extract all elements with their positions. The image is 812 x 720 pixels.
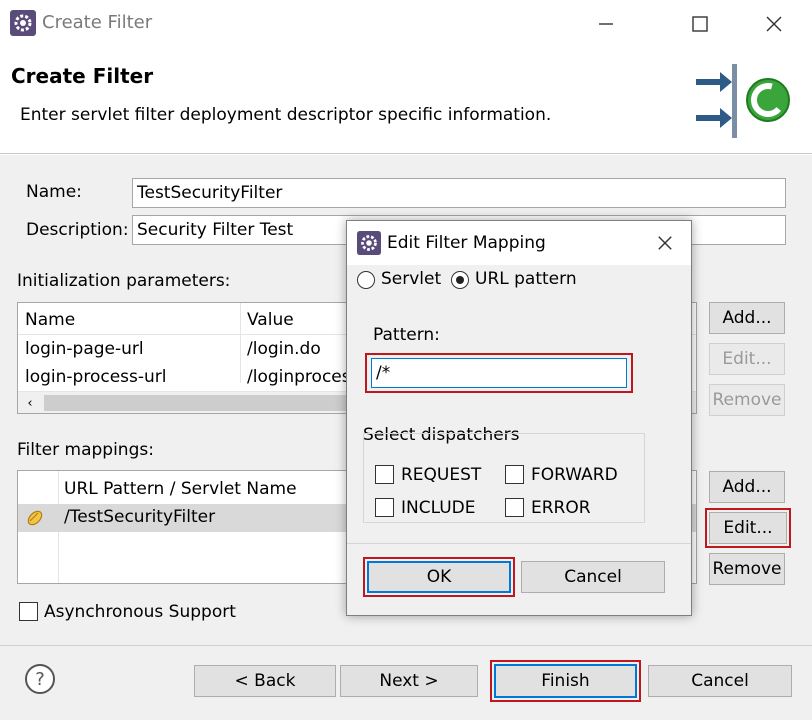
column-header-value: Value: [247, 310, 294, 330]
name-label: Name:: [26, 182, 82, 202]
include-checkbox[interactable]: [375, 498, 394, 517]
async-support-label: Asynchronous Support: [44, 602, 236, 622]
scroll-left-icon[interactable]: ‹: [20, 394, 40, 412]
next-button[interactable]: Next >: [340, 665, 478, 697]
gear-app-icon: [10, 10, 36, 36]
filter-mapping-icon: [27, 510, 43, 526]
init-params-label: Initialization parameters:: [17, 271, 231, 291]
mapping-value: /TestSecurityFilter: [64, 507, 216, 527]
async-support-checkbox[interactable]: [19, 602, 38, 621]
error-checkbox[interactable]: [505, 498, 524, 517]
param-name: login-process-url: [25, 367, 167, 387]
column-header-url-pattern: URL Pattern / Servlet Name: [64, 479, 297, 499]
finish-button[interactable]: Finish: [494, 664, 637, 698]
filter-mappings-label: Filter mappings:: [17, 440, 154, 460]
param-name: login-page-url: [25, 339, 144, 359]
url-pattern-radio-label: URL pattern: [475, 269, 577, 289]
request-label: REQUEST: [401, 465, 482, 485]
mapping-add-button[interactable]: Add...: [709, 471, 785, 503]
init-remove-button[interactable]: Remove: [709, 384, 785, 416]
forward-label: FORWARD: [531, 465, 618, 485]
dialog-title: Edit Filter Mapping: [387, 233, 546, 253]
forward-checkbox[interactable]: [505, 465, 524, 484]
maximize-button[interactable]: [680, 8, 720, 40]
banner-description: Enter servlet filter deployment descript…: [20, 105, 552, 125]
pattern-label: Pattern:: [373, 325, 440, 345]
cancel-button[interactable]: Cancel: [648, 665, 792, 697]
filter-wizard-icon: [696, 64, 790, 138]
name-field[interactable]: TestSecurityFilter: [132, 178, 786, 208]
close-icon: [766, 16, 782, 32]
description-label: Description:: [26, 220, 129, 240]
servlet-radio-label: Servlet: [381, 269, 442, 289]
window-title: Create Filter: [42, 12, 153, 33]
maximize-icon: [692, 16, 708, 32]
column-header-name: Name: [25, 310, 76, 330]
title-bar: Create Filter: [0, 0, 812, 48]
dialog-cancel-button[interactable]: Cancel: [521, 561, 665, 593]
param-value: /loginproces: [247, 367, 351, 387]
dialog-title-bar: Edit Filter Mapping: [347, 221, 691, 265]
mapping-remove-button[interactable]: Remove: [709, 553, 785, 585]
pattern-field[interactable]: /*: [371, 358, 627, 388]
help-icon[interactable]: ?: [24, 663, 56, 695]
scrollbar-thumb[interactable]: [44, 395, 354, 411]
back-button[interactable]: < Back: [194, 665, 336, 697]
minimize-button[interactable]: [586, 8, 626, 40]
minimize-icon: [599, 23, 613, 25]
url-pattern-radio[interactable]: [451, 271, 469, 289]
gear-app-icon: [357, 231, 381, 255]
banner-title: Create Filter: [11, 64, 154, 88]
error-label: ERROR: [531, 498, 591, 518]
close-button[interactable]: [754, 8, 794, 40]
dialog-divider: [347, 543, 691, 544]
include-label: INCLUDE: [401, 498, 476, 518]
dialog-close-button[interactable]: [645, 227, 685, 259]
init-edit-button[interactable]: Edit...: [709, 343, 785, 375]
param-value: /login.do: [247, 339, 321, 359]
mapping-edit-button[interactable]: Edit...: [709, 512, 787, 544]
edit-filter-mapping-dialog: Edit Filter Mapping Servlet URL pattern …: [346, 220, 692, 616]
servlet-radio[interactable]: [357, 271, 375, 289]
close-icon: [658, 236, 672, 250]
init-add-button[interactable]: Add...: [709, 302, 785, 334]
ok-button[interactable]: OK: [367, 561, 511, 593]
svg-text:?: ?: [35, 669, 45, 690]
request-checkbox[interactable]: [375, 465, 394, 484]
